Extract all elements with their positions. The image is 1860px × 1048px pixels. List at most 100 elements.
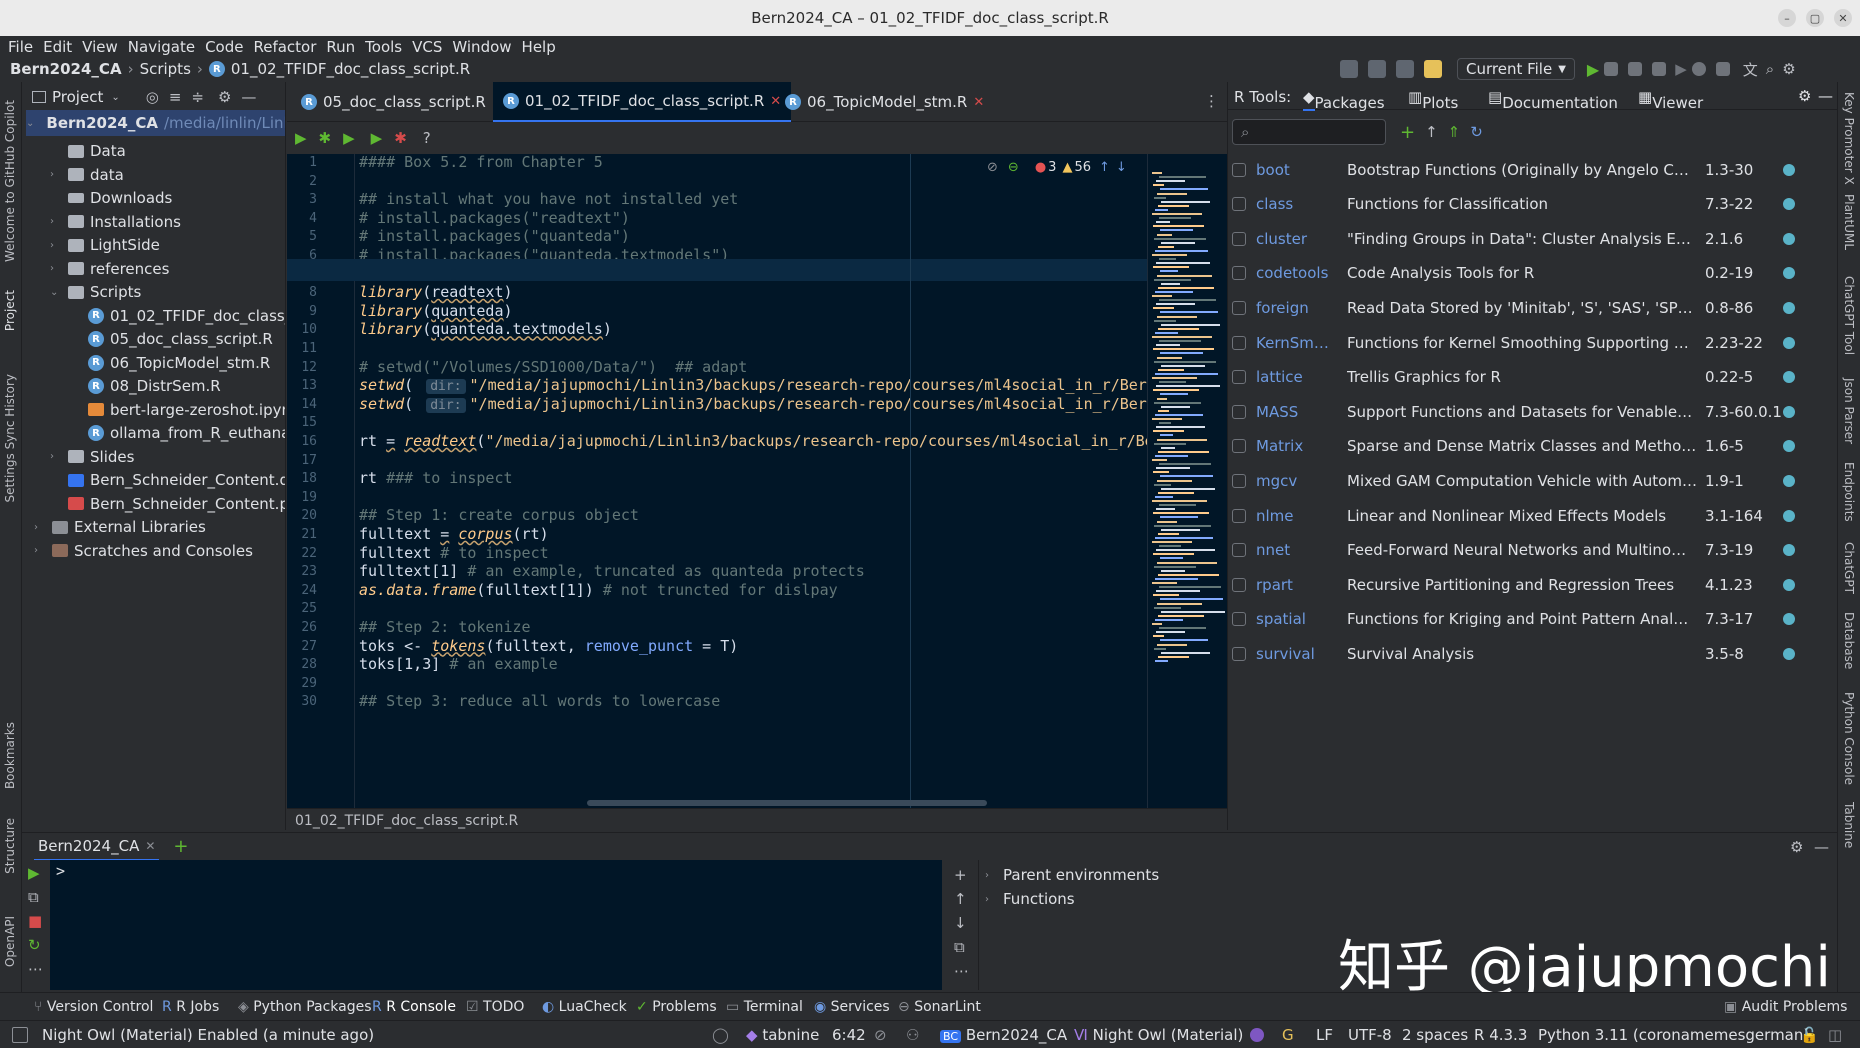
tree-root[interactable]: ⌄ Bern2024_CA /media/linlin/Linlin — [26, 110, 285, 136]
code-line[interactable]: toks <- tokens(fulltext, remove_punct = … — [359, 637, 738, 655]
gear-icon[interactable]: ⚙ — [218, 88, 231, 106]
theme-status[interactable]: Ⅵ Night Owl (Material) — [1074, 1026, 1243, 1044]
status-message[interactable]: Night Owl (Material) Enabled (a minute a… — [42, 1026, 374, 1044]
chevron-right-icon[interactable]: › — [50, 451, 62, 462]
tool-services[interactable]: ◉ Services — [814, 999, 890, 1015]
globe-icon[interactable] — [1783, 544, 1795, 557]
google-icon[interactable]: G — [1282, 1026, 1294, 1044]
menu-help[interactable]: Help — [522, 38, 556, 56]
code-line[interactable]: rt = readtext("/media/jajupmochi/Linlin3… — [359, 432, 1154, 450]
debug-bug-icon[interactable]: ✱ — [394, 129, 407, 147]
package-name[interactable]: survival — [1256, 645, 1338, 663]
close-icon[interactable]: ✕ — [973, 95, 984, 110]
arrow-up-icon[interactable]: ↑ — [954, 890, 967, 908]
code-line[interactable]: library(readtext) — [359, 283, 513, 301]
status-project[interactable]: BC Bern2024_CA — [940, 1026, 1067, 1044]
package-checkbox[interactable] — [1232, 197, 1246, 212]
run-to-end-icon[interactable]: ▶ — [371, 129, 383, 147]
run-icon[interactable]: ▶ — [295, 129, 307, 147]
code-line[interactable]: rt ### to inspect — [359, 469, 513, 487]
package-checkbox[interactable] — [1232, 577, 1246, 592]
globe-icon[interactable] — [1783, 301, 1795, 314]
rerun-icon[interactable]: ▶ — [1675, 60, 1687, 78]
add-icon[interactable]: + — [954, 866, 967, 884]
package-search-input[interactable]: ⌕ — [1232, 119, 1386, 145]
package-checkbox[interactable] — [1232, 266, 1246, 281]
tree-item[interactable]: R 01_02_TFIDF_doc_class_script.R — [70, 303, 285, 329]
maximize-icon[interactable]: ▢ — [1806, 9, 1824, 27]
tool-plantuml[interactable]: PlantUML — [1842, 194, 1856, 250]
code-line[interactable]: # install.packages("quanteda") — [359, 227, 630, 245]
tool-chatgpt[interactable]: ChatGPT — [1842, 542, 1856, 594]
arrow-down-icon[interactable]: ↓ — [954, 914, 967, 932]
package-name[interactable]: lattice — [1256, 368, 1338, 386]
minus-circle-icon[interactable]: ⊖ — [1008, 160, 1019, 175]
globe-icon[interactable] — [1783, 267, 1795, 280]
tool-python-packages[interactable]: ◈ Python Packages — [238, 999, 372, 1015]
env-item-parent[interactable]: › Parent environments — [985, 866, 1159, 884]
tool-luacheck[interactable]: ◐ LuaCheck — [542, 999, 627, 1015]
code-editor[interactable]: 1234567891011121314151617181920212223242… — [287, 154, 1227, 808]
tree-item[interactable]: Data — [50, 138, 126, 164]
code-line[interactable]: # setwd("/Volumes/SSD1000/Data/") ## ada… — [359, 358, 747, 376]
package-checkbox[interactable] — [1232, 300, 1246, 315]
tool-problems[interactable]: ✓ Problems — [636, 999, 717, 1015]
package-checkbox[interactable] — [1232, 404, 1246, 419]
package-name[interactable]: foreign — [1256, 299, 1338, 317]
package-checkbox[interactable] — [1232, 370, 1246, 385]
copy-icon[interactable]: ⧉ — [954, 938, 965, 956]
tree-item[interactable]: › LightSide — [50, 232, 160, 258]
arrow-down-icon[interactable]: ↓ — [1116, 160, 1127, 175]
tool-python-console[interactable]: Python Console — [1842, 692, 1856, 785]
tool-todo[interactable]: ☑ TODO — [466, 999, 524, 1015]
globe-icon[interactable] — [1783, 509, 1795, 522]
menu-run[interactable]: Run — [326, 38, 355, 56]
code-line[interactable]: library(quanteda) — [359, 302, 513, 320]
collapse-all-icon[interactable]: ≑ — [191, 88, 204, 106]
run-selection-icon[interactable]: ▶ — [343, 129, 355, 147]
run-icon[interactable]: ▶ — [28, 864, 40, 882]
tree-item[interactable]: › External Libraries — [34, 514, 206, 540]
tree-item[interactable]: R 08_DistrSem.R — [70, 373, 221, 399]
package-checkbox[interactable] — [1232, 543, 1246, 558]
tabnine-status[interactable]: ◆ tabnine — [746, 1026, 819, 1044]
globe-icon[interactable] — [1783, 232, 1795, 245]
package-name[interactable]: codetools — [1256, 264, 1338, 282]
env-item-functions[interactable]: › Functions — [985, 890, 1075, 908]
globe-icon[interactable] — [1783, 440, 1795, 453]
close-icon[interactable]: ✕ — [1834, 9, 1852, 27]
arrow-up-icon[interactable]: ↑ — [1099, 160, 1110, 175]
hide-icon[interactable]: — — [241, 88, 256, 106]
code-line[interactable]: setwd( dir: "/media/jajupmochi/Linlin3/ba… — [359, 376, 1174, 395]
tool-sonarlint[interactable]: ⊖ SonarLint — [898, 999, 981, 1015]
package-name[interactable]: MASS — [1256, 403, 1338, 421]
inspection-widget[interactable]: ⊘ ⊖ ● 3 ▲ 56 ↑ ↓ — [987, 160, 1127, 175]
code-line[interactable]: ## Step 2: tokenize — [359, 618, 531, 636]
package-name[interactable]: cluster — [1256, 230, 1338, 248]
tree-item[interactable]: Downloads — [50, 185, 172, 211]
tree-item[interactable]: › references — [50, 256, 169, 282]
tool-openapi[interactable]: OpenAPI — [3, 916, 17, 967]
chevron-right-icon[interactable]: › — [34, 545, 46, 556]
run-config-select[interactable]: Current File ▼ — [1457, 58, 1575, 80]
tab-06-topicmodel-stm[interactable]: R 06_TopicModel_stm.R ✕ — [775, 82, 994, 122]
hide-icon[interactable]: — — [1814, 838, 1829, 856]
interrupt-icon[interactable]: ■ — [28, 912, 42, 930]
package-checkbox[interactable] — [1232, 646, 1246, 661]
minimize-icon[interactable]: – — [1778, 9, 1796, 27]
nav-folder[interactable]: Scripts — [140, 60, 191, 78]
package-name[interactable]: spatial — [1256, 610, 1338, 628]
debug-icon[interactable] — [1604, 62, 1619, 76]
debug-icon[interactable]: ✱ — [319, 129, 332, 147]
tree-item[interactable]: Bern_Schneider_Content.pdf — [50, 491, 285, 517]
attach-icon[interactable] — [1691, 62, 1706, 76]
code-line[interactable]: #### Box 5.2 from Chapter 5 — [359, 154, 603, 171]
tool-r-console[interactable]: R R Console — [372, 999, 456, 1015]
tree-item[interactable]: Bern_Schneider_Content.docx — [50, 467, 285, 493]
package-checkbox[interactable] — [1232, 439, 1246, 454]
globe-icon[interactable] — [1783, 336, 1795, 349]
refresh-icon[interactable]: ↻ — [1470, 123, 1483, 141]
package-checkbox[interactable] — [1232, 335, 1246, 350]
tree-item[interactable]: › Installations — [50, 209, 181, 235]
tool-database[interactable]: Database — [1842, 612, 1856, 669]
